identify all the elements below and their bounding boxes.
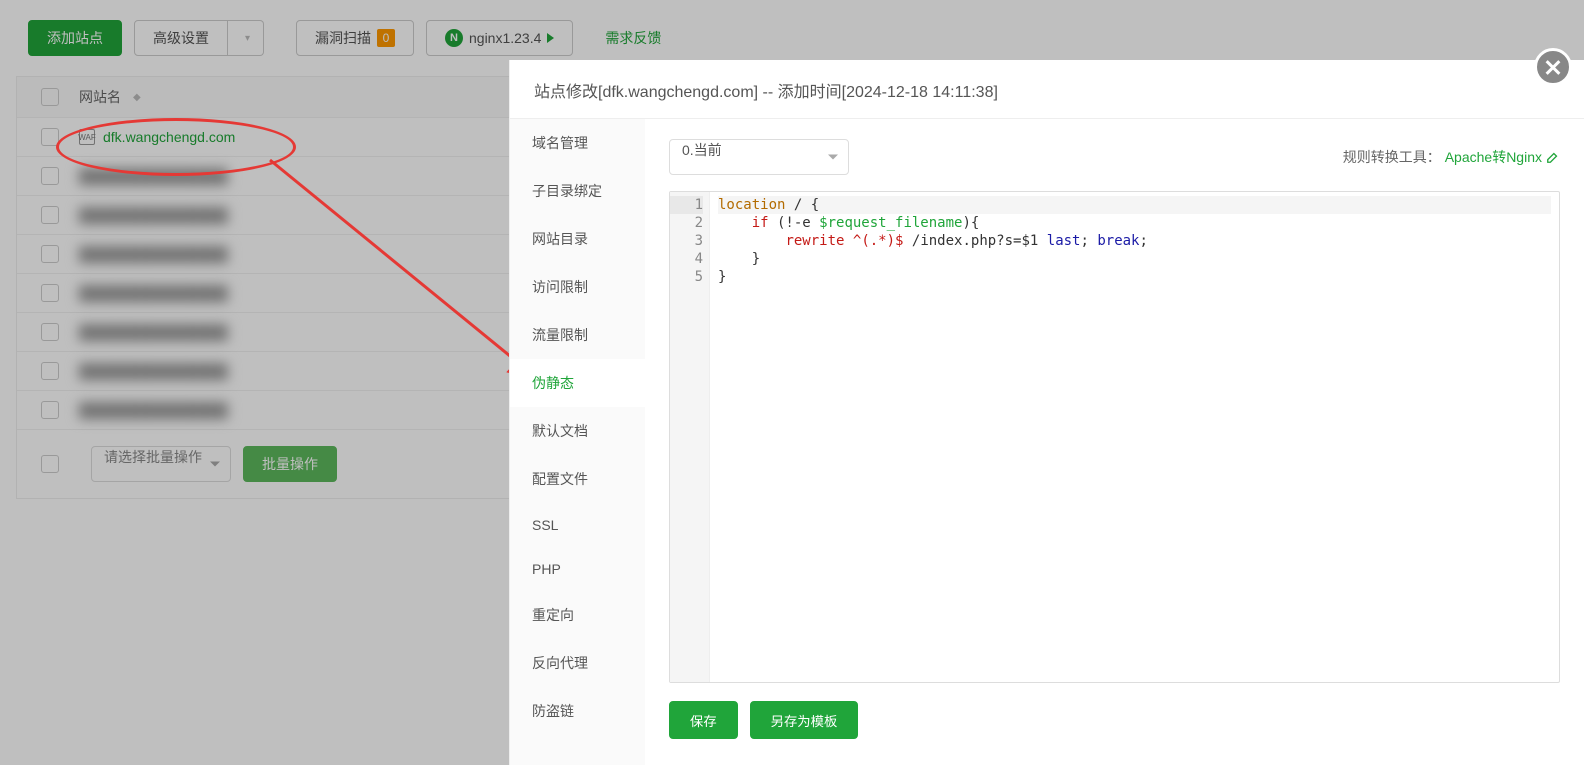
settings-tabs: 域名管理子目录绑定网站目录访问限制流量限制伪静态默认文档配置文件SSLPHP重定…	[510, 119, 645, 765]
chevron-down-icon	[210, 462, 220, 467]
row-checkbox[interactable]	[41, 206, 59, 224]
row-checkbox[interactable]	[41, 167, 59, 185]
editor-code[interactable]: location / { if (!-e $request_filename){…	[710, 192, 1559, 682]
waf-icon: WAF	[79, 129, 95, 145]
batch-select-label: 请选择批量操作	[104, 449, 202, 465]
vuln-scan-label: 漏洞扫描	[315, 28, 371, 48]
tab-5[interactable]: 伪静态	[510, 359, 645, 407]
select-all-checkbox[interactable]	[41, 88, 59, 106]
nginx-version-button[interactable]: N nginx1.23.4	[426, 20, 573, 56]
row-checkbox[interactable]	[41, 362, 59, 380]
advanced-settings-group: 高级设置 ▾	[134, 20, 264, 56]
chevron-down-icon	[828, 155, 838, 160]
tab-1[interactable]: 子目录绑定	[510, 167, 645, 215]
column-site-name-label: 网站名	[79, 87, 121, 107]
site-settings-modal: 站点修改[dfk.wangchengd.com] -- 添加时间[2024-12…	[509, 60, 1584, 765]
convert-tool: 规则转换工具： Apache转Nginx	[1343, 147, 1560, 167]
batch-checkbox[interactable]	[41, 455, 59, 473]
site-domain-link[interactable]: dfk.wangchengd.com	[103, 129, 235, 145]
convert-tool-label: 规则转换工具：	[1343, 147, 1441, 167]
tab-4[interactable]: 流量限制	[510, 311, 645, 359]
feedback-link[interactable]: 需求反馈	[605, 28, 661, 48]
advanced-settings-dropdown[interactable]: ▾	[228, 20, 264, 56]
tab-11[interactable]: 反向代理	[510, 639, 645, 687]
vuln-scan-button[interactable]: 漏洞扫描 0	[296, 20, 414, 56]
tab-7[interactable]: 配置文件	[510, 455, 645, 503]
play-icon	[547, 33, 554, 43]
row-checkbox[interactable]	[41, 284, 59, 302]
tab-10[interactable]: 重定向	[510, 591, 645, 639]
row-checkbox[interactable]	[41, 323, 59, 341]
tab-12[interactable]: 防盗链	[510, 687, 645, 735]
save-as-template-button[interactable]: 另存为模板	[750, 701, 859, 739]
nginx-version-label: nginx1.23.4	[469, 30, 541, 46]
row-checkbox[interactable]	[41, 245, 59, 263]
row-checkbox[interactable]	[41, 128, 59, 146]
sort-icon: ◆	[133, 92, 141, 103]
tab-0[interactable]: 域名管理	[510, 119, 645, 167]
code-editor[interactable]: 12345 location / { if (!-e $request_file…	[669, 191, 1560, 683]
tab-3[interactable]: 访问限制	[510, 263, 645, 311]
add-site-button[interactable]: 添加站点	[28, 20, 122, 56]
editor-gutter: 12345	[670, 192, 710, 682]
vuln-scan-badge: 0	[377, 29, 395, 47]
save-button[interactable]: 保存	[669, 701, 738, 739]
batch-select[interactable]: 请选择批量操作	[91, 446, 231, 482]
tab-6[interactable]: 默认文档	[510, 407, 645, 455]
template-select[interactable]: 0.当前	[669, 139, 849, 175]
convert-tool-link[interactable]: Apache转Nginx	[1445, 147, 1542, 167]
nginx-icon: N	[445, 29, 463, 47]
rewrite-panel: 0.当前 规则转换工具： Apache转Nginx 12345 location…	[645, 119, 1584, 765]
pencil-icon	[1546, 150, 1560, 164]
batch-action-button[interactable]: 批量操作	[243, 446, 337, 482]
tab-9[interactable]: PHP	[510, 547, 645, 591]
template-select-value: 0.当前	[682, 142, 722, 158]
tab-8[interactable]: SSL	[510, 503, 645, 547]
tab-2[interactable]: 网站目录	[510, 215, 645, 263]
row-checkbox[interactable]	[41, 401, 59, 419]
advanced-settings-button[interactable]: 高级设置	[134, 20, 228, 56]
modal-title: 站点修改[dfk.wangchengd.com] -- 添加时间[2024-12…	[510, 60, 1584, 119]
close-button[interactable]	[1534, 48, 1572, 86]
